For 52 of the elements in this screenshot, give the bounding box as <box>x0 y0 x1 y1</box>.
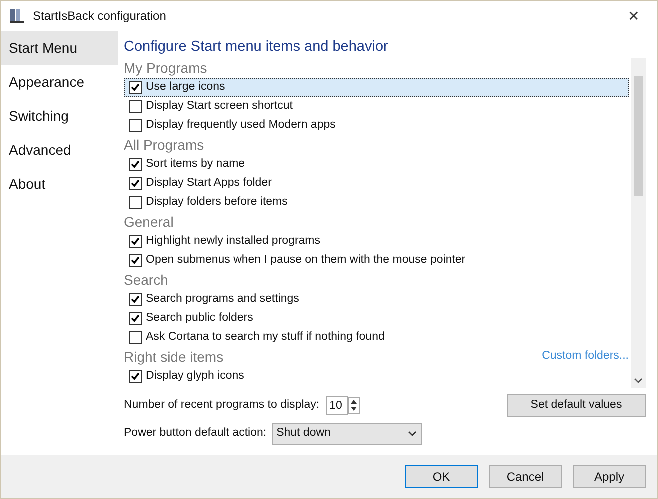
scrollbar[interactable] <box>631 58 646 388</box>
sidebar-item[interactable]: Switching <box>1 99 118 133</box>
set-default-values-button[interactable]: Set default values <box>507 394 646 418</box>
checkbox[interactable] <box>129 177 142 190</box>
option-row[interactable]: Highlight newly installed programs <box>124 232 629 251</box>
checkbox[interactable] <box>129 312 142 325</box>
scrollbar-thumb[interactable] <box>634 76 643 196</box>
option-row[interactable]: Display frequently used Modern apps <box>124 116 629 135</box>
dialog-button[interactable]: Cancel <box>489 465 562 488</box>
group-heading: General <box>124 212 174 232</box>
power-action-dropdown[interactable]: Shut down <box>272 422 422 445</box>
option-row[interactable]: Ask Cortana to search my stuff if nothing found <box>124 328 629 347</box>
option-row[interactable]: Search public folders <box>124 309 629 328</box>
checkbox[interactable] <box>129 100 142 113</box>
sidebar-item[interactable]: Start Menu <box>1 31 118 65</box>
recent-label: Number of recent programs to display: <box>124 398 320 413</box>
option-row[interactable]: Sort items by name <box>124 155 629 174</box>
option-row[interactable]: Use large icons <box>124 78 629 97</box>
dialog-button[interactable]: Apply <box>573 465 646 488</box>
group-heading: All Programs <box>124 136 204 155</box>
spin-buttons[interactable] <box>348 397 360 414</box>
sidebar-item[interactable]: About <box>1 167 118 201</box>
group-heading: My Programs <box>124 58 208 78</box>
option-row[interactable]: Open submenus when I pause on them with the mouse pointer <box>124 251 629 270</box>
option-row[interactable]: Display Start screen shortcut <box>124 97 629 116</box>
sidebar-item[interactable]: Appearance <box>1 65 118 99</box>
recent-count-field[interactable]: 10 <box>326 396 348 416</box>
checkbox[interactable] <box>129 119 142 132</box>
option-row[interactable]: Display glyph icons <box>124 367 629 386</box>
option-row[interactable]: Display Start Apps folder <box>124 174 629 193</box>
checkbox[interactable] <box>129 158 142 171</box>
app-icon <box>9 8 25 24</box>
checkbox[interactable] <box>129 293 142 306</box>
option-row[interactable]: Search programs and settings <box>124 290 629 309</box>
dialog-button[interactable]: OK <box>405 465 478 488</box>
sidebar-item[interactable]: Advanced <box>1 133 118 167</box>
checkbox[interactable] <box>129 81 142 94</box>
checkbox[interactable] <box>129 254 142 267</box>
checkbox[interactable] <box>129 235 142 248</box>
checkbox[interactable] <box>129 331 142 344</box>
custom-folders-link[interactable]: Custom folders... <box>542 348 629 366</box>
power-label: Power button default action: <box>124 426 267 441</box>
page-heading: Configure Start menu items and behavior <box>124 38 390 57</box>
chevron-down-icon <box>408 430 417 437</box>
scroll-down-icon[interactable] <box>634 378 643 384</box>
window-title: StartIsBack configuration <box>33 8 166 25</box>
close-button[interactable]: ✕ <box>619 6 649 26</box>
group-heading: Search <box>124 270 168 290</box>
option-row[interactable]: Display folders before items <box>124 193 629 212</box>
checkbox[interactable] <box>129 370 142 383</box>
checkbox[interactable] <box>129 196 142 209</box>
group-heading: Right side items <box>124 348 224 367</box>
